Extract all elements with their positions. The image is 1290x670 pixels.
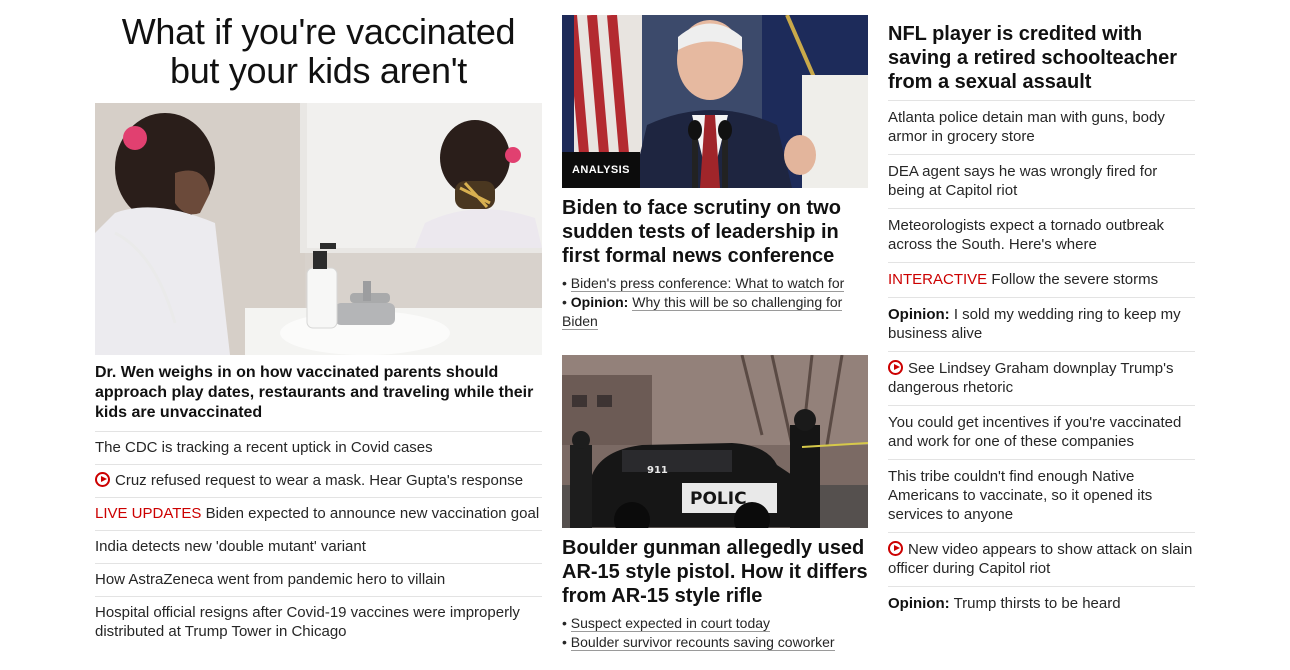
hero-story-title[interactable]: Dr. Wen weighs in on how vaccinated pare… — [95, 363, 542, 423]
main-headline[interactable]: What if you're vaccinated but your kids … — [95, 12, 542, 90]
list-item-link[interactable]: Atlanta police detain man with guns, bod… — [888, 109, 1165, 145]
biden-sublinks: • Biden's press conference: What to watc… — [562, 274, 868, 331]
list-item[interactable]: Opinion: Trump thirsts to be heard — [888, 586, 1195, 621]
story-card-boulder: POLIC 911 Boulder gunman allegedly used … — [562, 355, 868, 652]
story-card-biden: ANALYSIS Biden to face scrutiny on two s… — [562, 15, 868, 331]
boulder-sublinks: • Suspect expected in court today • Boul… — [562, 614, 868, 652]
col1-headline-list: The CDC is tracking a recent uptick in C… — [95, 431, 542, 648]
list-item[interactable]: This tribe couldn't find enough Native A… — [888, 459, 1195, 532]
sublink-row: • Boulder survivor recounts saving cowor… — [562, 634, 835, 651]
opinion-label: Opinion: — [888, 595, 950, 612]
hero-photo — [95, 103, 542, 355]
list-item-link[interactable]: How AstraZeneca went from pandemic hero … — [95, 571, 445, 588]
analysis-badge: ANALYSIS — [562, 152, 640, 188]
list-item[interactable]: The CDC is tracking a recent uptick in C… — [95, 431, 542, 464]
police-car-photo: POLIC 911 — [562, 355, 868, 528]
list-item[interactable]: LIVE UPDATES Biden expected to announce … — [95, 497, 542, 530]
boulder-story-title[interactable]: Boulder gunman allegedly used AR-15 styl… — [562, 536, 868, 608]
col3-headline-list: Atlanta police detain man with guns, bod… — [888, 100, 1195, 621]
sublink-row: • Opinion: Why this will be so challengi… — [562, 294, 843, 330]
list-item[interactable]: Atlanta police detain man with guns, bod… — [888, 100, 1195, 154]
list-item-link[interactable]: New video appears to show attack on slai… — [888, 541, 1192, 577]
headlines-column: NFL player is credited with saving a ret… — [888, 22, 1195, 621]
list-item-link[interactable]: You could get incentives if you're vacci… — [888, 414, 1181, 450]
play-video-icon — [95, 472, 110, 487]
list-item-link[interactable]: This tribe couldn't find enough Native A… — [888, 468, 1152, 523]
list-item[interactable]: DEA agent says he was wrongly fired for … — [888, 154, 1195, 208]
biden-image[interactable]: ANALYSIS — [562, 15, 868, 188]
unit-number: 911 — [647, 465, 668, 476]
list-item-link[interactable]: Meteorologists expect a tornado outbreak… — [888, 217, 1164, 253]
hero-image-vaccinated-kids[interactable] — [95, 103, 542, 355]
list-item-link[interactable]: Follow the severe storms — [991, 271, 1158, 288]
list-item-link[interactable]: Cruz refused request to wear a mask. Hea… — [115, 472, 523, 489]
list-item[interactable]: India detects new 'double mutant' varian… — [95, 530, 542, 563]
sublink-row: • Suspect expected in court today — [562, 615, 771, 632]
list-item[interactable]: Opinion: I sold my wedding ring to keep … — [888, 297, 1195, 351]
list-item-link[interactable]: The CDC is tracking a recent uptick in C… — [95, 439, 433, 456]
live-updates-label: LIVE UPDATES — [95, 505, 202, 522]
list-item[interactable]: How AstraZeneca went from pandemic hero … — [95, 563, 542, 596]
opinion-label: Opinion: — [888, 306, 950, 323]
main-story-column: What if you're vaccinated but your kids … — [95, 12, 542, 648]
list-item[interactable]: You could get incentives if you're vacci… — [888, 405, 1195, 459]
sublink-press-conference[interactable]: Biden's press conference: What to watch … — [570, 275, 845, 292]
list-item[interactable]: Cruz refused request to wear a mask. Hea… — [95, 464, 542, 497]
sublink-suspect-court[interactable]: Suspect expected in court today — [570, 615, 771, 632]
police-text: POLIC — [690, 489, 747, 509]
list-item-link[interactable]: Hospital official resigns after Covid-19… — [95, 604, 520, 640]
sublink-row: • Biden's press conference: What to watc… — [562, 275, 845, 292]
list-item[interactable]: Hospital official resigns after Covid-19… — [95, 596, 542, 648]
list-item-link[interactable]: DEA agent says he was wrongly fired for … — [888, 163, 1157, 199]
secondary-stories-column: ANALYSIS Biden to face scrutiny on two s… — [562, 15, 868, 652]
biden-story-title[interactable]: Biden to face scrutiny on two sudden tes… — [562, 196, 868, 268]
lead-headline-nfl[interactable]: NFL player is credited with saving a ret… — [888, 22, 1195, 100]
opinion-label: Opinion: — [570, 294, 629, 310]
list-item-link[interactable]: Trump thirsts to be heard — [954, 595, 1121, 612]
list-item[interactable]: See Lindsey Graham downplay Trump's dang… — [888, 351, 1195, 405]
sublink-survivor[interactable]: Boulder survivor recounts saving coworke… — [570, 634, 835, 651]
list-item-link[interactable]: Biden expected to announce new vaccinati… — [206, 505, 540, 522]
list-item-link[interactable]: See Lindsey Graham downplay Trump's dang… — [888, 360, 1174, 396]
boulder-image[interactable]: POLIC 911 — [562, 355, 868, 528]
interactive-label: INTERACTIVE — [888, 271, 988, 288]
list-item[interactable]: Meteorologists expect a tornado outbreak… — [888, 208, 1195, 262]
play-video-icon — [888, 541, 903, 556]
list-item[interactable]: INTERACTIVE Follow the severe storms — [888, 262, 1195, 297]
play-video-icon — [888, 360, 903, 375]
list-item-link[interactable]: India detects new 'double mutant' varian… — [95, 538, 366, 555]
list-item[interactable]: New video appears to show attack on slai… — [888, 532, 1195, 586]
